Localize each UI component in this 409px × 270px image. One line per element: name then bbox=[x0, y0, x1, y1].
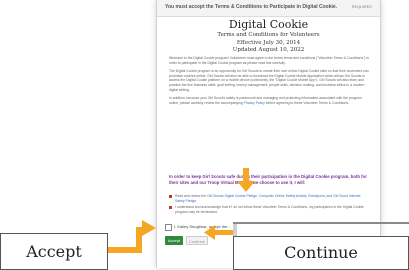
document-title-block: Digital Cookie Terms and Conditions for … bbox=[157, 18, 380, 55]
terms-body: Welcome to the Digital Cookie program! V… bbox=[169, 56, 369, 172]
privacy-policy-link[interactable]: Privacy Policy bbox=[244, 101, 265, 105]
bullet-text: Read and review the bbox=[175, 194, 207, 198]
header-message: You must accept the Terms & Conditions t… bbox=[165, 4, 338, 10]
document-title: Digital Cookie bbox=[228, 18, 309, 31]
required-label: REQUIRED bbox=[351, 5, 372, 9]
terms-modal: You must accept the Terms & Conditions t… bbox=[156, 0, 381, 268]
terms-paragraph: Welcome to the Digital Cookie program! V… bbox=[169, 56, 369, 65]
accept-arrow-annotation bbox=[108, 220, 156, 253]
document-subtitle: Terms and Conditions for Volunteers bbox=[217, 32, 320, 38]
continue-callout: Continue bbox=[233, 236, 409, 270]
terms-paragraph: The Digital Cookie program is an opportu… bbox=[169, 69, 369, 92]
agree-row: I, Kailey Snugbear, accept the... bbox=[165, 222, 275, 232]
safety-bullets: Read and review the Girl Scouts Digital … bbox=[169, 194, 369, 222]
bullet-item: I understand and acknowledge that if I d… bbox=[169, 205, 369, 214]
bullet-item: Read and review the Girl Scouts Digital … bbox=[169, 194, 369, 203]
agree-checkbox[interactable] bbox=[165, 224, 172, 231]
terms-text: before agreeing to these Volunteer Terms… bbox=[265, 100, 349, 105]
updated-date: Updated August 10, 2022 bbox=[232, 47, 305, 53]
accept-button[interactable]: Accept bbox=[165, 236, 183, 245]
terms-paragraph: In addition, because your Girl Scout's s… bbox=[169, 96, 369, 105]
agree-label: I, Kailey Snugbear, accept the... bbox=[174, 224, 231, 229]
accept-callout: Accept bbox=[0, 233, 108, 270]
effective-date: Effective July 30, 2014 bbox=[236, 39, 301, 46]
modal-header: You must accept the Terms & Conditions t… bbox=[157, 0, 380, 17]
safety-heading: In order to keep Girl Scouts safe during… bbox=[169, 174, 367, 185]
continue-button[interactable]: Continue bbox=[186, 236, 208, 245]
